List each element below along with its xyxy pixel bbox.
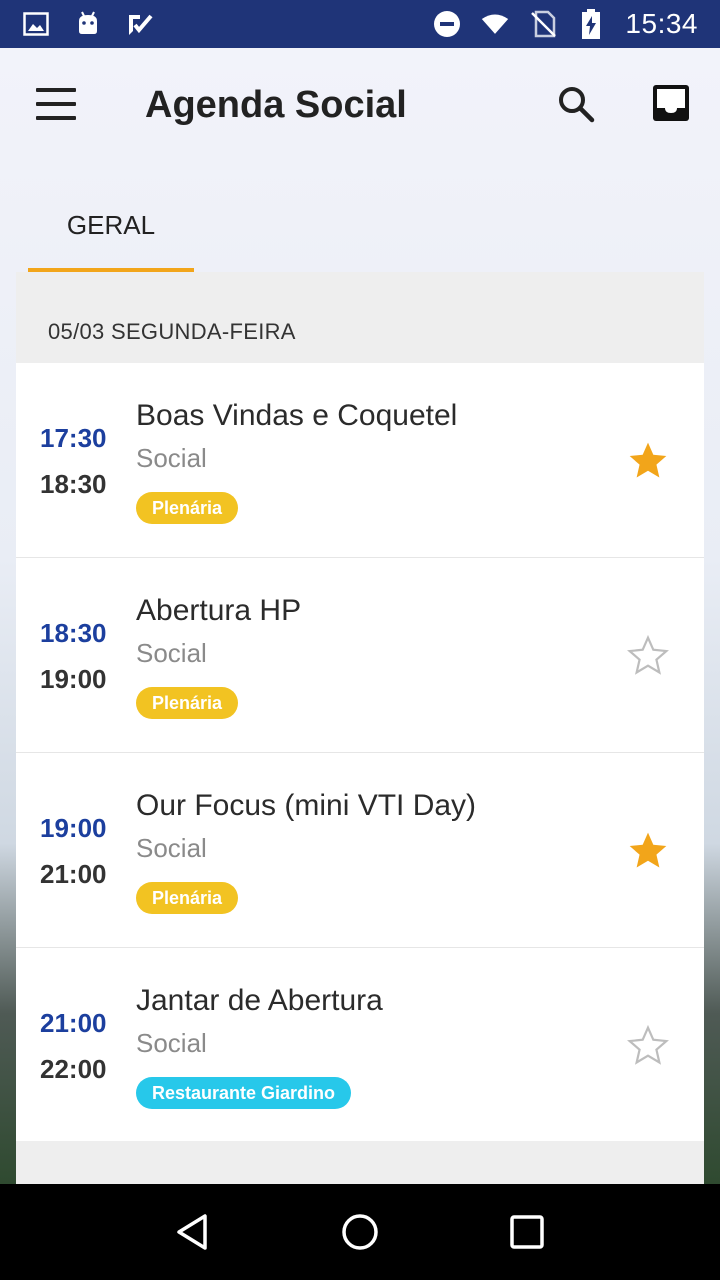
event-category: Social (136, 638, 207, 668)
do-not-disturb-icon (433, 10, 461, 38)
event-title: Boas Vindas e Coquetel (136, 399, 458, 432)
wifi-icon (481, 10, 509, 38)
home-icon[interactable] (336, 1208, 384, 1256)
event-end-time: 18:30 (40, 469, 107, 499)
location-badge: Plenária (136, 492, 239, 524)
event-category: Social (136, 833, 207, 863)
no-sim-icon (529, 10, 557, 38)
event-end-time: 21:00 (40, 859, 107, 889)
event-start-time: 19:00 (40, 813, 107, 843)
tab-geral[interactable]: GERAL (28, 190, 194, 272)
android-icon (74, 10, 102, 38)
status-bar: 15:34 (0, 0, 720, 48)
event-category: Social (136, 443, 207, 473)
star-filled-icon[interactable] (626, 439, 670, 483)
search-icon[interactable] (556, 84, 596, 124)
event-title: Jantar de Abertura (136, 984, 383, 1017)
status-time: 15:34 (625, 8, 698, 39)
tab-bar: GERAL (28, 190, 194, 272)
event-item[interactable]: 19:00 21:00 Our Focus (mini VTI Day) Soc… (16, 753, 704, 948)
navigation-bar (0, 1184, 720, 1280)
event-title: Abertura HP (136, 594, 302, 627)
event-start-time: 18:30 (40, 618, 107, 648)
menu-icon[interactable] (36, 88, 76, 120)
event-title: Our Focus (mini VTI Day) (136, 789, 477, 822)
event-end-time: 22:00 (40, 1054, 107, 1084)
location-badge: Restaurante Giardino (136, 1077, 352, 1109)
battery-charging-icon (577, 9, 605, 39)
event-item[interactable]: 18:30 19:00 Abertura HP Social Plenária (16, 558, 704, 753)
location-badge: Plenária (136, 882, 239, 914)
recents-icon[interactable] (503, 1208, 551, 1256)
star-outline-icon[interactable] (626, 634, 670, 678)
event-start-time: 17:30 (40, 423, 107, 453)
date-header: 05/03 SEGUNDA-FEIRA (48, 318, 296, 344)
event-end-time: 19:00 (40, 664, 107, 694)
clipboard-check-icon (126, 10, 154, 38)
event-list: 05/03 SEGUNDA-FEIRA 17:30 18:30 Boas Vin… (16, 272, 704, 1184)
event-item[interactable]: 21:00 22:00 Jantar de Abertura Social Re… (16, 948, 704, 1141)
star-filled-icon[interactable] (626, 829, 670, 873)
image-icon (22, 10, 50, 38)
back-icon[interactable] (169, 1208, 217, 1256)
location-badge: Plenária (136, 687, 239, 719)
app-bar: Agenda Social (0, 48, 720, 160)
event-item[interactable]: 17:30 18:30 Boas Vindas e Coquetel Socia… (16, 363, 704, 558)
event-category: Social (136, 1028, 207, 1058)
star-outline-icon[interactable] (626, 1024, 670, 1068)
event-start-time: 21:00 (40, 1008, 107, 1038)
page-title: Agenda Social (145, 84, 407, 126)
inbox-icon[interactable] (652, 84, 692, 124)
